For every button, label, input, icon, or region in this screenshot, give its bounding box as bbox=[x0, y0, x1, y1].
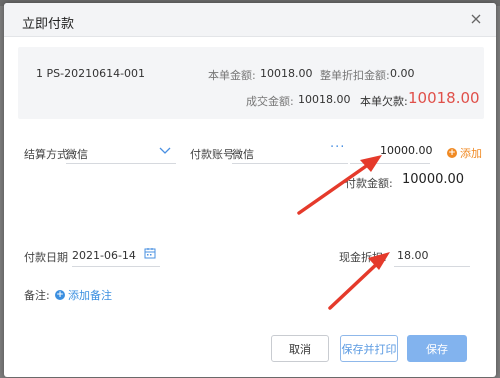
pay-amount-input[interactable]: 10000.00 bbox=[380, 144, 433, 164]
plus-circle-icon: + bbox=[447, 148, 457, 158]
settle-method-underline bbox=[66, 163, 176, 164]
remark-label: 备注: bbox=[24, 289, 50, 302]
dialog-header: 立即付款 bbox=[4, 3, 496, 37]
add-remark-label: 添加备注 bbox=[68, 289, 112, 302]
save-print-button[interactable]: 保存并打印 bbox=[340, 335, 398, 362]
deal-label: 成交金额: bbox=[246, 95, 294, 108]
pay-total-value: 10000.00 bbox=[402, 172, 465, 187]
add-remark-link[interactable]: + 添加备注 bbox=[55, 287, 112, 303]
add-payment-link[interactable]: + 添加 bbox=[447, 145, 482, 161]
discount-value: 0.00 bbox=[390, 67, 415, 80]
cash-discount-input[interactable]: 18.00 bbox=[397, 249, 429, 262]
cash-discount-underline bbox=[394, 266, 470, 267]
pay-date-input[interactable]: 2021-06-14 bbox=[72, 249, 136, 262]
settle-method-label: 结算方式 bbox=[24, 148, 68, 161]
order-summary: 1 PS-20210614-001 本单金额: 10018.00 整单折扣金额:… bbox=[18, 47, 484, 119]
due-value: 10018.00 bbox=[408, 89, 480, 107]
pay-date-underline bbox=[72, 266, 160, 267]
dialog-title: 立即付款 bbox=[22, 17, 75, 32]
plus-circle-icon: + bbox=[55, 290, 65, 300]
pay-amount-underline bbox=[350, 163, 430, 164]
more-dots-icon[interactable]: ··· bbox=[330, 140, 345, 155]
order-number: 1 PS-20210614-001 bbox=[36, 67, 146, 80]
settle-method-select[interactable]: 微信 bbox=[66, 146, 88, 162]
due-label: 本单欠款: bbox=[360, 95, 408, 108]
amount-label: 本单金额: bbox=[208, 69, 256, 82]
deal-value: 10018.00 bbox=[298, 93, 351, 106]
account-label: 付款账号 bbox=[190, 148, 234, 161]
amount-value: 10018.00 bbox=[260, 67, 313, 80]
cash-discount-label: 现金折扣: bbox=[339, 251, 387, 264]
discount-label: 整单折扣金额: bbox=[320, 69, 390, 82]
close-icon[interactable] bbox=[468, 11, 484, 27]
save-button[interactable]: 保存 bbox=[407, 335, 467, 362]
pay-date-label: 付款日期 bbox=[24, 251, 68, 264]
cancel-button[interactable]: 取消 bbox=[271, 335, 329, 362]
account-select[interactable]: 微信 bbox=[232, 146, 254, 162]
payment-dialog: 立即付款 1 PS-20210614-001 本单金额: 10018.00 整单… bbox=[4, 3, 496, 377]
add-label: 添加 bbox=[460, 147, 482, 160]
calendar-icon[interactable] bbox=[144, 247, 156, 259]
pay-total-label: 付款金额: bbox=[345, 177, 393, 190]
account-underline bbox=[232, 163, 348, 164]
chevron-down-icon[interactable] bbox=[159, 145, 171, 154]
